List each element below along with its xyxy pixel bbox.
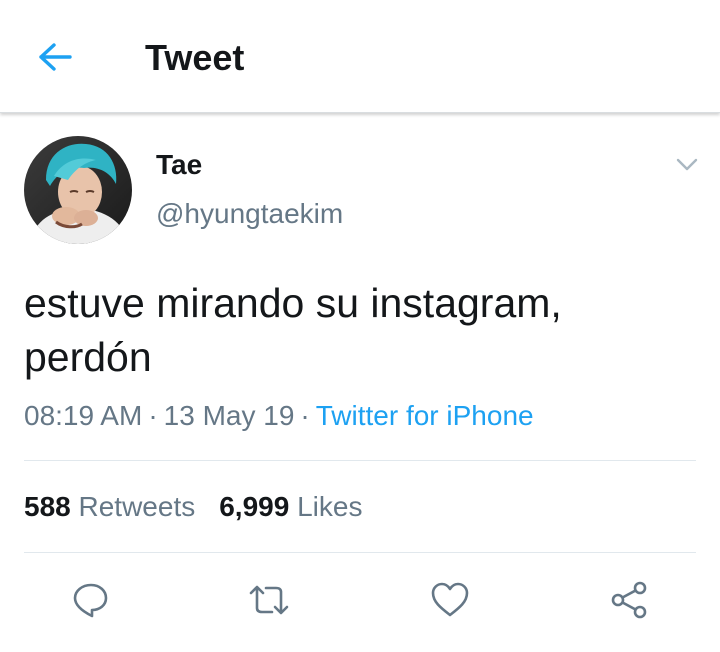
retweets-label: Retweets (78, 491, 196, 522)
tweet-text: estuve mirando su instagram, perdón (24, 280, 562, 380)
retweet-button[interactable] (246, 578, 292, 622)
avatar[interactable] (24, 136, 132, 244)
tweet-detail-screen: Tweet Tae @hyungtaekim estuve mirando su… (0, 0, 720, 652)
author-display-name[interactable]: Tae (156, 148, 202, 182)
likes-label: Likes (297, 491, 363, 522)
tweet-meta: 08:19 AM · 13 May 19 · Twitter for iPhone (24, 398, 534, 434)
retweet-icon (249, 585, 289, 615)
tweet-time: 08:19 AM (24, 400, 143, 431)
tweet-date: 13 May 19 (163, 400, 295, 431)
divider (24, 460, 696, 461)
meta-separator: · (300, 400, 310, 431)
divider (24, 552, 696, 553)
reply-button[interactable] (67, 578, 113, 622)
chevron-down-icon (676, 158, 698, 171)
tweet-stats: 588 Retweets 6,999 Likes (24, 489, 362, 525)
like-icon (431, 582, 469, 617)
tweet-menu-button[interactable] (670, 148, 704, 182)
reply-icon (73, 583, 108, 618)
meta-separator: · (148, 400, 158, 431)
likes-stat[interactable]: 6,999 Likes (219, 491, 362, 522)
page-title: Tweet (145, 37, 245, 78)
retweets-count: 588 (24, 491, 71, 522)
back-button[interactable] (32, 36, 78, 78)
arrow-left-icon (39, 43, 72, 71)
likes-count: 6,999 (219, 491, 290, 522)
share-button[interactable] (607, 578, 653, 622)
retweets-stat[interactable]: 588 Retweets (24, 491, 195, 522)
app-header: Tweet (0, 0, 720, 113)
share-icon (611, 581, 647, 619)
tweet-source-link[interactable]: Twitter for iPhone (316, 400, 534, 431)
author-handle[interactable]: @hyungtaekim (156, 196, 343, 232)
avatar-image (24, 136, 132, 244)
like-button[interactable] (427, 578, 473, 622)
